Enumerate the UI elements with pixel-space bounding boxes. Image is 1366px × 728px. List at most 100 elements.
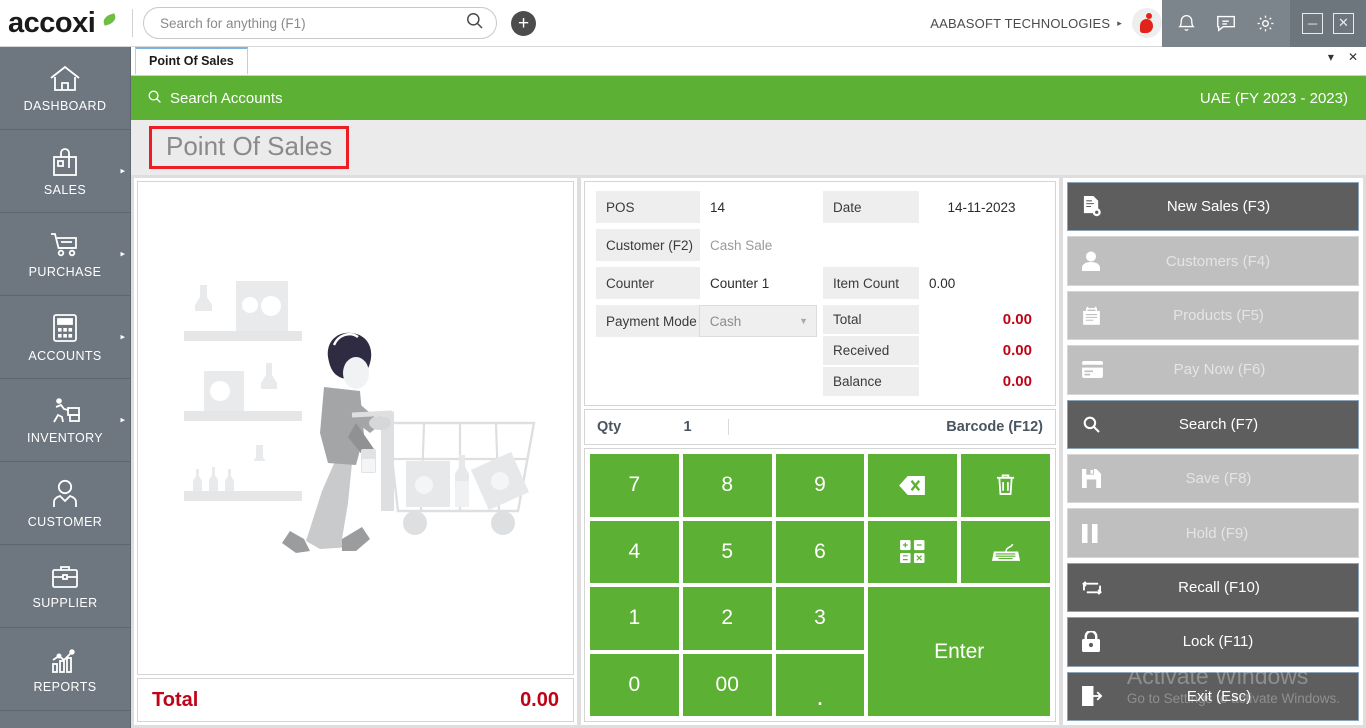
key-3[interactable]: 3 (776, 587, 865, 650)
form-row-pos-date: POS 14 Date 14-11-2023 (596, 191, 1044, 223)
recall-button[interactable]: Recall (F10) (1067, 563, 1359, 612)
key-8[interactable]: 8 (683, 454, 772, 517)
chevron-down-icon: ▼ (799, 316, 808, 326)
key-9[interactable]: 9 (776, 454, 865, 517)
message-icon[interactable] (1215, 12, 1237, 34)
received-value[interactable]: 0.00 (919, 336, 1044, 365)
key-6[interactable]: 6 (776, 521, 865, 584)
tab-point-of-sales[interactable]: Point Of Sales (135, 47, 248, 75)
customers-button[interactable]: Customers (F4) (1067, 236, 1359, 285)
save-label: Save (F8) (1093, 470, 1344, 487)
products-button[interactable]: Products (F5) (1067, 291, 1359, 340)
exit-button[interactable]: Exit (Esc) (1067, 672, 1359, 721)
search-accounts-button[interactable]: Search Accounts (147, 89, 283, 108)
customer-input[interactable]: Cash Sale (700, 229, 1044, 261)
calculator-key[interactable] (868, 521, 957, 584)
key-4[interactable]: 4 (590, 521, 679, 584)
save-button[interactable]: Save (F8) (1067, 454, 1359, 503)
key-00[interactable]: 00 (683, 654, 772, 717)
tab-bar: Point Of Sales ▾ ✕ (131, 47, 1366, 76)
sidebar-item-label: ACCOUNTS (28, 349, 101, 363)
sidebar-item-customer[interactable]: CUSTOMER (0, 462, 130, 545)
date-value[interactable]: 14-11-2023 (919, 191, 1044, 223)
numeric-keypad-container: 7 8 9 (584, 448, 1056, 722)
search-label: Search (F7) (1093, 416, 1344, 433)
enter-key[interactable]: Enter (868, 587, 1050, 716)
qty-value[interactable]: 1 (659, 419, 729, 435)
sidebar-item-label: INVENTORY (27, 431, 103, 445)
add-new-button[interactable]: + (511, 11, 536, 36)
search-icon[interactable] (465, 11, 484, 35)
sidebar-item-dashboard[interactable]: DASHBOARD (0, 47, 130, 130)
minimize-button[interactable]: ─ (1302, 13, 1323, 34)
window-controls: ─ ✕ (1290, 0, 1366, 47)
app-logo: accoxi (0, 9, 130, 38)
chevron-down-icon[interactable]: ▾ (1328, 50, 1334, 64)
pos-value[interactable]: 14 (700, 191, 817, 223)
avatar-blob-icon (1140, 19, 1153, 33)
gear-icon[interactable] (1255, 13, 1276, 34)
search-accounts-label: Search Accounts (170, 90, 283, 107)
cart-total-label: Total (152, 689, 198, 712)
barcode-label: Barcode (F12) (946, 419, 1043, 435)
received-label: Received (823, 343, 919, 358)
chevron-right-icon: ▸ (120, 249, 125, 260)
payment-mode-value: Cash (710, 314, 742, 329)
backspace-key[interactable] (868, 454, 957, 517)
qty-label: Qty (597, 419, 659, 435)
chevron-right-icon: ▸ (120, 166, 125, 177)
transaction-form: POS 14 Date 14-11-2023 (584, 181, 1056, 406)
customers-label: Customers (F4) (1092, 253, 1344, 270)
key-1[interactable]: 1 (590, 587, 679, 650)
person-icon (50, 478, 80, 510)
counter-label: Counter (596, 276, 700, 291)
search-button[interactable]: Search (F7) (1067, 400, 1359, 449)
fiscal-year-label: UAE (FY 2023 - 2023) (1200, 90, 1348, 107)
shopper-with-cart-illustration (156, 263, 556, 593)
sidebar-item-label: SALES (44, 183, 86, 197)
search-input[interactable] (160, 16, 465, 31)
logo-divider (132, 9, 133, 37)
keyboard-key[interactable] (961, 521, 1050, 584)
sidebar-item-inventory[interactable]: INVENTORY ▸ (0, 379, 130, 462)
sidebar-item-label: REPORTS (34, 680, 97, 694)
page-title-row: Point Of Sales (131, 120, 1366, 175)
chevron-right-icon: ▸ (1117, 18, 1122, 29)
key-2[interactable]: 2 (683, 587, 772, 650)
keyboard-icon (991, 541, 1021, 563)
payment-mode-select[interactable]: Cash ▼ (699, 305, 817, 337)
key-0[interactable]: 0 (590, 654, 679, 717)
close-tab-icon[interactable]: ✕ (1348, 50, 1358, 64)
global-search[interactable] (143, 7, 497, 39)
sidebar-item-accounts[interactable]: ACCOUNTS ▸ (0, 296, 130, 379)
new-sales-button[interactable]: New Sales (F3) (1067, 182, 1359, 231)
clear-key[interactable] (961, 454, 1050, 517)
bell-icon[interactable] (1176, 13, 1197, 34)
chevron-right-icon: ▸ (120, 332, 125, 343)
lock-button[interactable]: Lock (F11) (1067, 617, 1359, 666)
key-7[interactable]: 7 (590, 454, 679, 517)
sidebar-item-sales[interactable]: SALES ▸ (0, 130, 130, 213)
tab-label: Point Of Sales (149, 54, 234, 68)
balance-value: 0.00 (919, 367, 1044, 396)
counter-value[interactable]: Counter 1 (700, 267, 817, 299)
briefcase-icon (49, 563, 81, 591)
chevron-right-icon: ▸ (120, 415, 125, 426)
close-button[interactable]: ✕ (1333, 13, 1354, 34)
sidebar-item-purchase[interactable]: PURCHASE ▸ (0, 213, 130, 296)
pay-now-button[interactable]: Pay Now (F6) (1067, 345, 1359, 394)
key-decimal[interactable]: . (776, 654, 865, 717)
inventory-worker-icon (48, 396, 82, 426)
shopping-cart-icon (48, 230, 82, 260)
empty-cart-illustration (137, 181, 574, 675)
qty-barcode-row: Qty 1 Barcode (F12) (584, 409, 1056, 445)
form-row-counter-itemcount: Counter Counter 1 Item Count 0.00 (596, 267, 1044, 299)
customer-label: Customer (F2) (596, 238, 700, 253)
company-selector[interactable]: AABASOFT TECHNOLOGIES ▸ (930, 16, 1122, 31)
item-count-value: 0.00 (919, 267, 1044, 299)
key-5[interactable]: 5 (683, 521, 772, 584)
hold-button[interactable]: Hold (F9) (1067, 508, 1359, 557)
sidebar-item-reports[interactable]: REPORTS (0, 628, 130, 711)
avatar[interactable] (1132, 8, 1162, 38)
sidebar-item-supplier[interactable]: SUPPLIER (0, 545, 130, 628)
